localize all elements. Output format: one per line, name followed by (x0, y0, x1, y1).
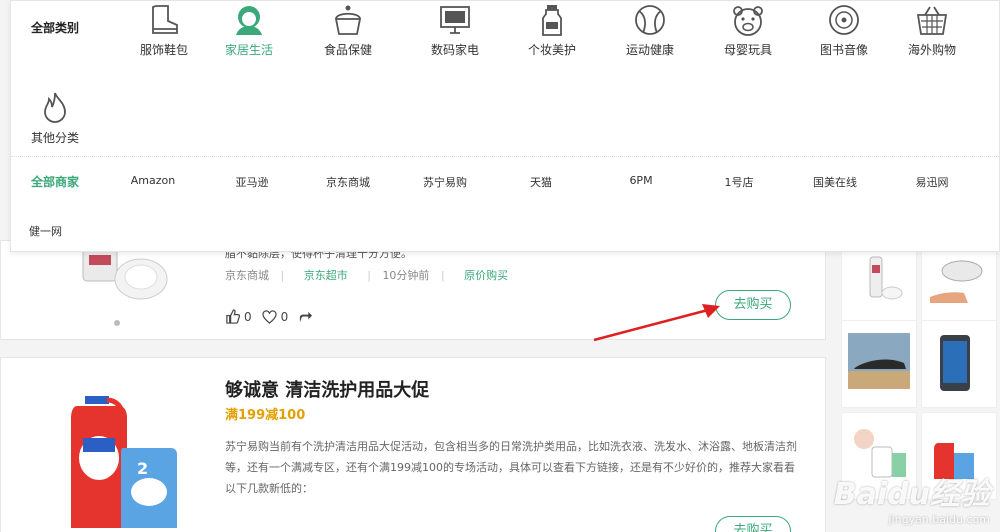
svg-text:2: 2 (137, 459, 148, 478)
thumbnail[interactable] (921, 320, 997, 408)
meta-original-link[interactable]: 原价购买 (464, 269, 508, 282)
category-label: 母婴玩具 (723, 43, 772, 57)
merchant-link[interactable]: 天猫 (496, 174, 586, 190)
thumbnail[interactable] (841, 240, 917, 328)
social-bar: 0 0 (225, 309, 313, 324)
product-price: 满199减100 (225, 408, 306, 423)
person-icon (236, 6, 262, 35)
category-label: 数码家电 (430, 43, 479, 57)
watermark-url: jingyan.baidu.com (888, 513, 990, 526)
category-label: 服饰鞋包 (139, 43, 188, 57)
category-item[interactable]: 食品保健 (308, 3, 388, 58)
merchant-link[interactable]: 易迅网 (887, 174, 977, 190)
watermark: Baidu经验 jingyan.baidu.com (834, 469, 990, 526)
meta-time: 10分钟前 (382, 269, 430, 282)
watermark-logo: Baidu经验 (833, 477, 990, 512)
category-item[interactable]: 海外购物 (892, 3, 972, 58)
thumbnail[interactable] (841, 320, 917, 408)
category-dropdown: 全部类别 服饰鞋包 家居生活 食品保健 数码家电 个妆美护 运动健康 母婴玩具 (10, 0, 1000, 252)
category-item[interactable]: 其他分类 (15, 91, 95, 146)
category-item[interactable]: 服饰鞋包 (124, 3, 204, 58)
category-label: 个妆美护 (527, 43, 576, 57)
page: 脂不黏除层，使得杯子清理十分方便。 京东商城 | 京东超市 | 10分钟前 | … (0, 0, 1000, 532)
basket-icon (916, 6, 948, 35)
bear-icon (733, 6, 763, 36)
category-label: 图书音像 (819, 43, 868, 57)
buy-button[interactable]: 去购买 (715, 516, 791, 532)
detergent-image: 2 (71, 396, 177, 528)
merchant-link[interactable]: 国美在线 (790, 174, 880, 190)
annotation-arrow (593, 304, 720, 342)
merchant-link[interactable]: 健一网 (29, 223, 62, 239)
all-categories-label[interactable]: 全部类别 (31, 19, 79, 36)
product-card: 2 够诚意 清洁洗护用品大促 满199减100 苏宁易购当前有个洗护清洁用品大促… (0, 357, 826, 532)
product-title[interactable]: 够诚意 清洁洗护用品大促 (225, 376, 429, 402)
category-item[interactable]: 运动健康 (610, 3, 690, 58)
carousel-dot[interactable] (114, 320, 120, 326)
merchant-link[interactable]: Amazon (108, 174, 198, 187)
favorite-count: 0 (280, 309, 289, 324)
ball-icon (635, 5, 665, 35)
merchant-link[interactable]: 京东商城 (303, 174, 393, 190)
category-label: 其他分类 (30, 131, 79, 145)
merchant-link[interactable]: 亚马逊 (207, 174, 297, 190)
merchant-link[interactable]: 1号店 (694, 174, 784, 190)
thumbnail[interactable] (921, 240, 997, 328)
category-item[interactable]: 数码家电 (415, 3, 495, 58)
category-label: 家居生活 (224, 43, 273, 57)
category-label: 食品保健 (323, 43, 372, 57)
flame-icon (44, 92, 66, 123)
thumbs-up-icon[interactable] (225, 309, 240, 324)
like-count: 0 (244, 309, 252, 324)
product-description: 苏宁易购当前有个洗护清洁用品大促活动，包含相当多的日常洗护类用品，比如洗衣液、洗… (225, 440, 797, 495)
category-label: 运动健康 (625, 43, 674, 57)
category-item[interactable]: 母婴玩具 (708, 3, 788, 58)
cake-icon (334, 5, 362, 35)
all-merchants-label[interactable]: 全部商家 (31, 173, 79, 190)
category-item[interactable]: 个妆美护 (512, 3, 592, 58)
merchant-link[interactable]: 6PM (596, 174, 686, 187)
meta-source[interactable]: 京东商城 (225, 269, 269, 282)
merchant-link[interactable]: 苏宁易购 (400, 174, 490, 190)
disc-icon (829, 5, 859, 35)
product-meta: 京东商城 | 京东超市 | 10分钟前 | 原价购买 (225, 269, 509, 282)
share-icon[interactable] (298, 310, 313, 324)
monitor-icon (440, 6, 470, 34)
boot-icon (152, 5, 178, 34)
divider (11, 156, 999, 157)
category-label: 海外购物 (907, 43, 956, 57)
meta-category-link[interactable]: 京东超市 (304, 269, 348, 282)
category-item[interactable]: 图书音像 (804, 3, 884, 58)
heart-icon[interactable] (262, 309, 277, 324)
category-item[interactable]: 家居生活 (209, 3, 289, 58)
bottle-icon (542, 5, 562, 36)
